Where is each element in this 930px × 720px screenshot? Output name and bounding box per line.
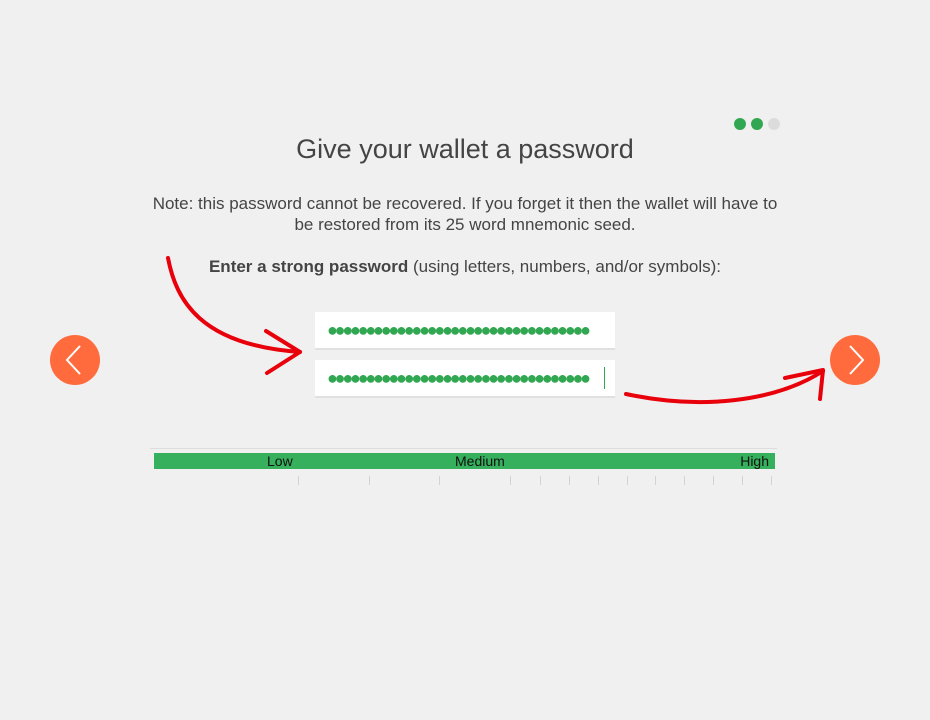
password-prompt: Enter a strong password (using letters, … [0,257,930,277]
password-input-value: ●●●●●●●●●●●●●●●●●●●●●●●●●●●●●●●●●● [327,320,591,340]
step-indicator [734,118,780,130]
password-strength-meter: Low Medium High [154,453,775,469]
step-dot-complete [734,118,746,130]
password-prompt-bold: Enter a strong password [208,257,409,276]
recovery-note: Note: this password cannot be recovered.… [152,194,778,234]
strength-low-label: Low [267,453,293,469]
chevron-left-icon [65,345,81,375]
chevron-right-icon [849,345,865,375]
confirm-password-input[interactable]: ●●●●●●●●●●●●●●●●●●●●●●●●●●●●●●●●●● [315,360,615,398]
annotation-arrow-right [624,369,825,405]
confirm-password-input-value: ●●●●●●●●●●●●●●●●●●●●●●●●●●●●●●●●●● [327,368,591,388]
page-title: Give your wallet a password [296,134,634,164]
meter-divider [150,448,777,449]
strength-high-label: High [740,453,769,469]
password-input[interactable]: ●●●●●●●●●●●●●●●●●●●●●●●●●●●●●●●●●● [315,312,615,350]
strength-medium-label: Medium [455,453,505,469]
step-dot-pending [768,118,780,130]
text-caret [604,367,605,389]
back-button[interactable] [50,335,100,385]
strength-ticks [0,476,930,488]
next-button[interactable] [830,335,880,385]
password-prompt-rest: (using letters, numbers, and/or symbols)… [408,257,722,276]
step-dot-complete [751,118,763,130]
